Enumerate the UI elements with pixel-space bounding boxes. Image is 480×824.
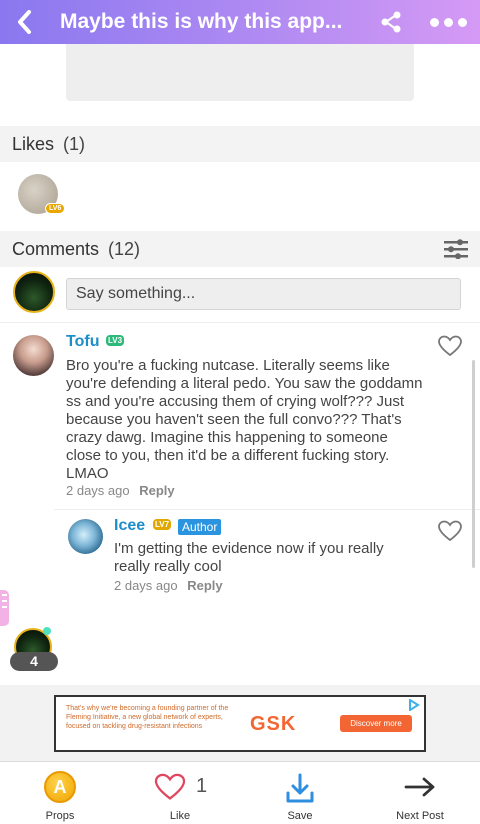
commenter-name[interactable]: Icee xyxy=(114,517,145,535)
ad-discover-button[interactable]: Discover more xyxy=(340,715,412,732)
author-tag: Author xyxy=(178,519,222,535)
ad-choices-icon[interactable] xyxy=(408,699,420,711)
heart-icon xyxy=(154,773,186,800)
more-dots-icon xyxy=(429,17,439,27)
comments-label: Comments xyxy=(12,238,100,259)
props-label: Props xyxy=(45,810,75,822)
reply-button[interactable]: Reply xyxy=(187,578,222,593)
comment-text: I'm getting the evidence now if you real… xyxy=(114,540,384,575)
commenter-avatar[interactable] xyxy=(68,519,103,554)
reply-button[interactable]: Reply xyxy=(139,483,174,498)
scrollbar[interactable] xyxy=(472,360,475,568)
arrow-right-icon xyxy=(404,777,435,797)
chevron-left-icon xyxy=(18,10,31,34)
next-post-tab[interactable]: Next Post xyxy=(360,762,480,824)
share-icon xyxy=(381,11,401,33)
user-avatar[interactable] xyxy=(13,271,55,313)
save-tab[interactable]: Save xyxy=(240,762,360,824)
back-button[interactable] xyxy=(0,0,48,44)
online-count[interactable]: 4 xyxy=(10,652,58,671)
comments-header: Comments (12) xyxy=(0,231,480,267)
comment-compose: Say something... xyxy=(0,267,480,323)
bottom-nav: A Props 1 Like Save Next Post xyxy=(0,761,480,824)
next-post-label: Next Post xyxy=(396,810,444,822)
level-badge: LV3 xyxy=(106,335,125,346)
save-label: Save xyxy=(287,810,313,822)
likes-label: Likes xyxy=(12,133,55,154)
online-status-dot xyxy=(43,627,51,635)
ad-logo: GSK xyxy=(250,713,297,735)
level-badge: LV7 xyxy=(153,519,172,530)
like-label: Like xyxy=(169,810,191,822)
heart-icon[interactable] xyxy=(438,335,462,357)
post-preview xyxy=(0,44,480,126)
likes-list: LV6 xyxy=(0,162,480,232)
download-icon xyxy=(286,773,314,803)
preview-image[interactable] xyxy=(66,44,414,101)
comments-count: (12) xyxy=(108,238,141,259)
comment-list: Tofu LV3 Bro you're a fucking nutcase. L… xyxy=(0,323,480,685)
like-tab[interactable]: 1 Like xyxy=(120,762,240,824)
comment-meta: 2 days ago Reply xyxy=(114,578,223,593)
commenter-name[interactable]: Tofu xyxy=(66,333,99,351)
share-button[interactable] xyxy=(366,0,416,44)
comment-input[interactable]: Say something... xyxy=(66,278,461,310)
props-icon: A xyxy=(44,771,76,803)
more-button[interactable] xyxy=(416,0,480,44)
props-tab[interactable]: A Props xyxy=(0,762,120,824)
ad-text: That's why we're becoming a founding par… xyxy=(66,705,229,730)
level-badge: LV6 xyxy=(45,203,66,214)
comment-text: Bro you're a fucking nutcase. Literally … xyxy=(66,357,423,482)
likes-header: Likes (1) xyxy=(0,126,480,162)
side-drawer-handle[interactable] xyxy=(0,590,9,626)
top-bar: Maybe this is why this app... xyxy=(0,0,480,44)
likes-count: (1) xyxy=(63,133,86,154)
heart-icon[interactable] xyxy=(438,520,462,542)
ad-banner[interactable]: That's why we're becoming a founding par… xyxy=(54,695,426,752)
like-count: 1 xyxy=(196,775,208,797)
filter-icon[interactable] xyxy=(444,239,468,259)
comment-time: 2 days ago xyxy=(114,578,178,593)
comment-time: 2 days ago xyxy=(66,483,130,498)
ad-banner-area: That's why we're becoming a founding par… xyxy=(0,685,480,761)
comment-meta: 2 days ago Reply xyxy=(66,483,175,498)
post-title: Maybe this is why this app... xyxy=(60,10,343,33)
commenter-avatar[interactable] xyxy=(13,335,54,376)
